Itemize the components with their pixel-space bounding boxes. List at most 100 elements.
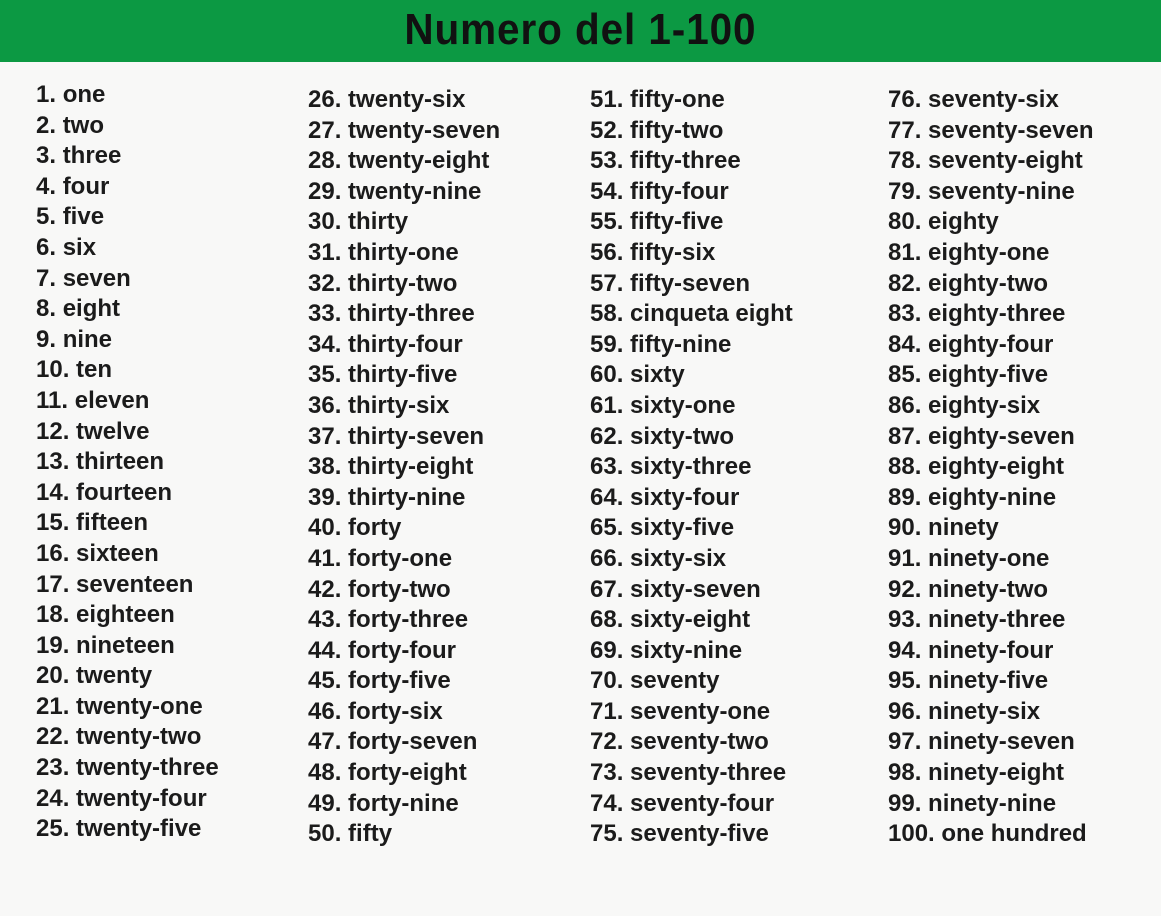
number-list-item: 55. fifty-five	[590, 207, 876, 238]
number-item-word: seventy-seven	[928, 116, 1094, 144]
number-item-word: ninety	[928, 514, 999, 542]
number-list-item: 89. eighty-nine	[888, 483, 1156, 514]
number-item-word: forty-four	[348, 636, 457, 664]
number-item-word: forty	[348, 514, 402, 542]
number-list-item: 68. sixty-eight	[590, 605, 876, 636]
number-item-index: 43.	[308, 606, 342, 634]
number-item-index: 16.	[36, 539, 70, 567]
number-item-word: three	[62, 142, 122, 170]
number-list-item: 1. one	[36, 80, 296, 111]
number-item-word: thirteen	[76, 448, 165, 476]
number-item-word: eighty-four	[928, 330, 1054, 358]
number-item-index: 8.	[36, 295, 57, 323]
number-list-item: 73. seventy-three	[590, 758, 876, 789]
number-item-index: 42.	[308, 575, 342, 603]
number-item-word: ninety-two	[928, 575, 1049, 603]
number-item-word: seven	[62, 264, 131, 292]
number-list-item: 60. sixty	[590, 360, 876, 391]
number-list-item: 94. ninety-four	[888, 636, 1156, 667]
number-item-word: two	[62, 111, 105, 139]
number-list-item: 93. ninety-three	[888, 605, 1156, 636]
number-column-3: 51. fifty-one 52. fifty-two 53. fifty-thre…	[590, 62, 876, 850]
number-list-item: 17. seventeen	[36, 570, 296, 601]
number-item-word: sixty	[630, 361, 685, 389]
number-item-index: 2.	[36, 111, 57, 139]
number-item-word: ninety-seven	[928, 728, 1075, 756]
number-item-index: 56.	[590, 238, 624, 266]
number-item-word: fifty	[348, 820, 393, 848]
number-list-item: 62. sixty-two	[590, 422, 876, 453]
number-list-item: 35. thirty-five	[308, 360, 580, 391]
number-list-item: 40. forty	[308, 513, 580, 544]
number-item-word: eighty-one	[928, 238, 1050, 266]
number-list-item: 63. sixty-three	[590, 452, 876, 483]
number-item-word: forty-nine	[348, 789, 459, 817]
number-item-index: 6.	[36, 233, 57, 261]
number-item-word: twelve	[76, 417, 150, 445]
number-item-word: sixty-one	[630, 391, 736, 419]
number-item-index: 29.	[308, 177, 342, 205]
number-item-index: 76.	[888, 86, 922, 113]
number-item-word: four	[62, 172, 110, 200]
number-list-item: 76. seventy-six	[888, 85, 1156, 116]
number-item-index: 41.	[308, 544, 342, 572]
number-item-word: twenty-five	[76, 815, 202, 843]
number-item-word: forty-six	[348, 697, 443, 725]
number-list-item: 51. fifty-one	[590, 85, 876, 116]
number-list-item: 81. eighty-one	[888, 238, 1156, 269]
number-item-index: 100.	[888, 820, 935, 848]
number-item-index: 60.	[590, 361, 624, 389]
number-item-index: 17.	[36, 570, 70, 598]
number-list-item: 88. eighty-eight	[888, 452, 1156, 483]
number-item-word: sixty-five	[630, 514, 735, 542]
number-item-index: 61.	[590, 391, 624, 419]
number-item-word: seventy-three	[630, 759, 787, 787]
number-item-word: six	[62, 233, 97, 261]
number-item-word: eighty-seven	[928, 422, 1075, 450]
number-list-item: 44. forty-four	[308, 636, 580, 667]
number-item-index: 21.	[36, 692, 70, 720]
number-item-word: forty-two	[348, 575, 451, 603]
number-item-index: 90.	[888, 514, 922, 542]
number-list-item: 64. sixty-four	[590, 483, 876, 514]
number-item-word: sixty-two	[630, 422, 735, 450]
number-item-index: 95.	[888, 667, 922, 695]
number-item-word: fifty-five	[630, 208, 724, 236]
number-item-word: sixty-seven	[630, 575, 761, 603]
number-list-item: 26. twenty-six	[308, 85, 580, 116]
number-item-word: fifty-seven	[630, 269, 751, 297]
number-list-item: 28. twenty-eight	[308, 146, 580, 177]
number-item-index: 72.	[590, 728, 624, 756]
number-list-item: 36. thirty-six	[308, 391, 580, 422]
number-item-word: sixty-three	[630, 453, 752, 481]
number-item-word: sixty-eight	[630, 606, 751, 634]
number-item-word: eighteen	[76, 601, 175, 629]
number-item-word: seventy	[630, 667, 720, 695]
number-list-item: 45. forty-five	[308, 666, 580, 697]
number-item-word: fifty-three	[630, 147, 741, 175]
number-item-word: one	[62, 81, 106, 108]
number-item-index: 91.	[888, 544, 922, 572]
number-item-word: eighty-six	[928, 391, 1041, 419]
number-item-word: thirty-one	[348, 238, 459, 266]
number-item-index: 30.	[308, 208, 342, 236]
number-list-item: 9. nine	[36, 325, 296, 356]
number-list-item: 4. four	[36, 172, 296, 203]
number-item-word: thirty-nine	[348, 483, 466, 511]
number-item-index: 40.	[308, 514, 342, 542]
number-item-index: 38.	[308, 453, 342, 481]
number-item-word: fifty-one	[630, 86, 725, 113]
number-list-item: 49. forty-nine	[308, 789, 580, 820]
number-item-index: 55.	[590, 208, 624, 236]
number-item-index: 93.	[888, 606, 922, 634]
number-list-item: 98. ninety-eight	[888, 758, 1156, 789]
number-item-index: 62.	[590, 422, 624, 450]
number-item-index: 53.	[590, 147, 624, 175]
number-item-word: fifty-four	[630, 177, 729, 205]
number-item-index: 75.	[590, 820, 624, 848]
number-item-index: 59.	[590, 330, 624, 358]
number-list-item: 66. sixty-six	[590, 544, 876, 575]
number-item-index: 96.	[888, 697, 922, 725]
number-item-index: 77.	[888, 116, 922, 144]
number-item-index: 73.	[590, 759, 624, 787]
